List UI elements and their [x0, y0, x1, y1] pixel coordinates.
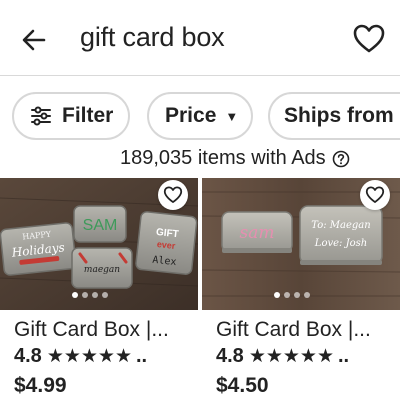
star-rating-icon: ★★★★★: [46, 346, 132, 367]
tin-text: To: Maegan: [311, 220, 370, 231]
search-bar: gift card box: [0, 0, 400, 76]
carousel-dot: [304, 292, 310, 298]
listing-card[interactable]: sam To: Maegan Love: Josh Gift Card Box …: [202, 178, 400, 400]
listing-title[interactable]: Gift Card Box |...: [216, 318, 371, 342]
tin-text: maegan: [84, 265, 120, 275]
tin-text: ever: [156, 239, 176, 251]
caret-down-icon: ▼: [225, 108, 239, 124]
ships-from-dropdown[interactable]: Ships from: [268, 92, 400, 140]
carousel-dot: [72, 292, 78, 298]
price-dropdown[interactable]: Price ▼: [147, 92, 253, 140]
listing-rating: 4.8 ★★★★★ ..: [14, 345, 147, 368]
results-count: 189,035 items with Ads: [120, 147, 350, 170]
heart-outline-icon: [353, 24, 385, 53]
listing-photo[interactable]: HAPPY Holidays SAM maegan GIFT ever Alex: [0, 178, 198, 310]
search-query[interactable]: gift card box: [80, 22, 225, 53]
price-label: Price: [165, 104, 217, 127]
search-results-screen: gift card box Filter Price ▼ Ships from: [0, 0, 400, 400]
favorite-button[interactable]: [360, 180, 390, 210]
arrow-left-icon: [22, 29, 46, 51]
carousel-dot: [274, 292, 280, 298]
filter-button[interactable]: Filter: [12, 92, 130, 140]
carousel-dot: [82, 292, 88, 298]
rating-overflow: ..: [337, 345, 350, 367]
question-circle-icon[interactable]: [332, 150, 350, 168]
carousel-dots: [72, 292, 112, 298]
listing-price: $4.50: [216, 374, 269, 397]
favorites-button[interactable]: [352, 22, 386, 56]
carousel-dot: [294, 292, 300, 298]
listing-card[interactable]: HAPPY Holidays SAM maegan GIFT ever Alex…: [0, 178, 198, 400]
favorite-button[interactable]: [158, 180, 188, 210]
listing-photo[interactable]: sam To: Maegan Love: Josh: [202, 178, 400, 310]
heart-outline-icon: [163, 186, 183, 203]
heart-outline-icon: [365, 186, 385, 203]
filter-label: Filter: [62, 104, 114, 127]
rating-value: 4.8: [14, 345, 42, 367]
tin-text: Love: Josh: [314, 238, 367, 249]
results-count-text: 189,035 items with Ads: [120, 147, 326, 169]
listing-rating: 4.8 ★★★★★ ..: [216, 345, 349, 368]
rating-overflow: ..: [135, 345, 148, 367]
star-rating-icon: ★★★★★: [248, 346, 334, 367]
carousel-dot: [284, 292, 290, 298]
tin-text: SAM: [83, 217, 118, 234]
carousel-dot: [102, 292, 108, 298]
listing-title[interactable]: Gift Card Box |...: [14, 318, 169, 342]
tin-text: sam: [240, 223, 275, 243]
listing-price: $4.99: [14, 374, 67, 397]
carousel-dot: [92, 292, 98, 298]
carousel-dots: [274, 292, 314, 298]
sliders-icon: [31, 106, 51, 126]
back-button[interactable]: [18, 24, 50, 56]
rating-value: 4.8: [216, 345, 244, 367]
ships-from-label: Ships from: [284, 104, 394, 127]
